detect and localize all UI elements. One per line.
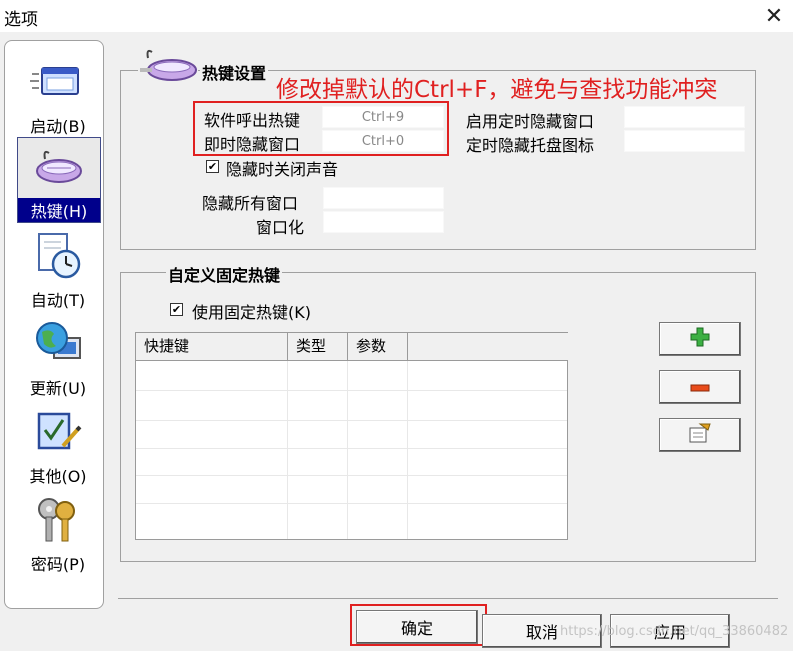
row-divider [136,475,567,476]
timed-hide-tray-input[interactable] [624,130,745,152]
sidebar-item-label: 其他(O) [29,467,87,486]
hide-window-input[interactable]: Ctrl+0 [322,130,444,152]
sidebar-item-auto[interactable]: 自动(T) [17,227,99,311]
column-header-filler [408,333,568,361]
mute-on-hide-checkbox[interactable]: ✔ [206,160,219,173]
sidebar-item-update[interactable]: 更新(U) [17,315,99,399]
row-divider [136,448,567,449]
hide-all-input[interactable] [323,187,444,209]
sidebar-item-label: 更新(U) [29,379,87,398]
timed-hide-input[interactable] [624,106,745,128]
column-header-params[interactable]: 参数 [348,333,408,361]
sidebar-item-label: 自动(T) [30,291,86,310]
sidebar-item-password[interactable]: 密码(P) [17,491,99,575]
clock-document-icon [26,227,90,285]
use-fixed-hotkeys-checkbox[interactable]: ✔ [170,303,183,316]
windowize-input[interactable] [323,211,444,233]
edit-hotkey-button[interactable] [659,418,741,452]
checkmark-icon: ✔ [207,160,218,173]
checkmark-icon: ✔ [171,303,182,316]
row-divider [136,390,567,391]
window-icon [26,53,90,111]
row-divider [136,420,567,421]
row-divider [136,503,567,504]
window-title: 选项 [4,10,38,30]
software-hotkey-label: 软件呼出热键 [204,111,301,130]
mute-on-hide-label: 隐藏时关闭声音 [226,160,339,179]
edit-properties-icon [688,422,712,448]
sidebar-item-label: 热键(H) [18,198,100,222]
sidebar-item-startup[interactable]: 启动(B) [17,53,99,137]
minus-icon [690,378,710,397]
close-icon[interactable]: ✕ [755,0,793,32]
checklist-pen-icon [26,403,90,461]
column-divider [407,361,408,539]
sidebar: 启动(B) 热键(H) 自动(T) 更新(U) 其他(O) 密码(P) [4,40,104,609]
sidebar-item-hotkeys[interactable]: 热键(H) [17,137,101,223]
watermark-text: https://blog.csdn.net/qq_33860482 [560,624,789,639]
column-header-hotkey[interactable]: 快捷键 [136,333,288,361]
plus-icon [690,327,710,351]
globe-computer-icon [26,315,90,373]
custom-hotkeys-table[interactable]: 快捷键 类型 参数 [135,332,568,540]
red-annotation: 修改掉默认的Ctrl+F，避免与查找功能冲突 [276,77,718,103]
keys-icon [26,491,90,549]
column-divider [347,361,348,539]
hide-all-label: 隐藏所有窗口 [202,194,299,213]
use-fixed-hotkeys-label: 使用固定热键(K) [192,303,311,322]
keyboard-icon [27,138,91,196]
timed-hide-tray-label: 定时隐藏托盘图标 [466,136,595,155]
windowize-label: 窗口化 [256,218,305,237]
hide-window-label: 即时隐藏窗口 [204,135,301,154]
sidebar-item-label: 启动(B) [30,117,86,136]
ok-button[interactable]: 确定 [356,610,478,644]
remove-hotkey-button[interactable] [659,370,741,404]
custom-hotkeys-legend: 自定义固定热键 [166,262,283,286]
add-hotkey-button[interactable] [659,322,741,356]
sidebar-item-label: 密码(P) [30,555,86,574]
column-header-type[interactable]: 类型 [288,333,348,361]
footer-separator [118,598,778,599]
hotkey-settings-legend: 热键设置 [200,60,269,84]
timed-hide-label: 启用定时隐藏窗口 [466,112,595,131]
title-bar [0,0,793,32]
software-hotkey-input[interactable]: Ctrl+9 [322,106,444,128]
sidebar-item-other[interactable]: 其他(O) [17,403,99,487]
keyboard-icon [138,48,198,84]
column-divider [287,361,288,539]
